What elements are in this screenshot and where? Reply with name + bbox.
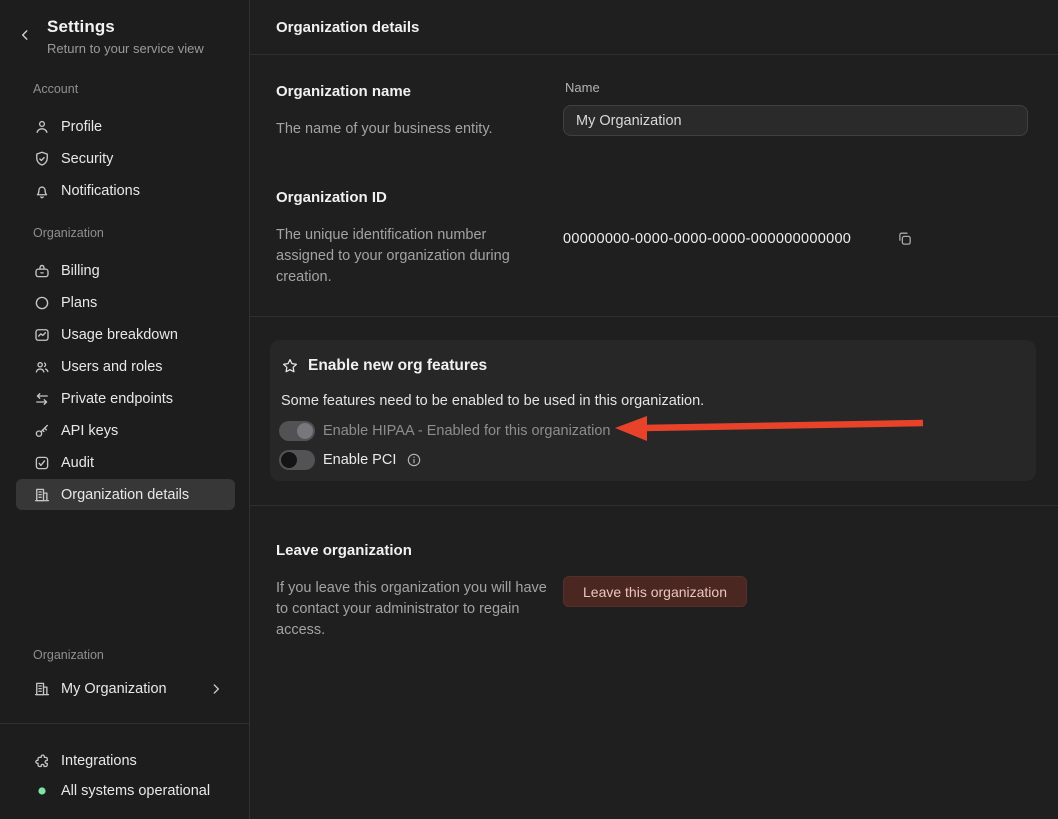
hipaa-toggle-row: Enable HIPAA - Enabled for this organiza… — [279, 420, 611, 442]
sidebar-title: Settings — [47, 17, 115, 37]
hipaa-toggle-label: Enable HIPAA - Enabled for this organiza… — [323, 423, 611, 439]
name-field-label: Name — [565, 80, 600, 95]
info-icon[interactable] — [406, 452, 422, 468]
org-name-input[interactable] — [563, 105, 1028, 136]
org-switcher-value: My Organization — [61, 681, 167, 697]
billing-icon — [33, 262, 51, 280]
sidebar-item-label: Billing — [61, 263, 100, 279]
sidebar-divider — [0, 723, 249, 724]
bell-icon — [33, 182, 51, 200]
status-label: All systems operational — [61, 783, 210, 799]
users-icon — [33, 358, 51, 376]
section-label-account: Account — [33, 82, 78, 96]
sidebar: Settings Return to your service view Acc… — [0, 0, 250, 819]
sidebar-subtitle: Return to your service view — [47, 41, 204, 56]
sidebar-item-security[interactable]: Security — [16, 143, 235, 174]
chevron-right-icon — [209, 682, 223, 696]
org-id-value: 00000000-0000-0000-0000-000000000000 — [563, 231, 851, 247]
section-label-organization: Organization — [33, 226, 104, 240]
sidebar-item-label: Profile — [61, 119, 102, 135]
building-icon — [33, 680, 51, 698]
sidebar-item-plans[interactable]: Plans — [16, 287, 235, 318]
endpoints-icon — [33, 390, 51, 408]
toggle-knob — [297, 423, 313, 439]
org-name-title: Organization name — [276, 83, 411, 100]
hipaa-toggle[interactable] — [279, 421, 315, 441]
sidebar-item-notifications[interactable]: Notifications — [16, 175, 235, 206]
sidebar-item-organization-details[interactable]: Organization details — [16, 479, 235, 510]
sidebar-item-label: Private endpoints — [61, 391, 173, 407]
divider — [250, 316, 1058, 317]
sidebar-item-label: Users and roles — [61, 359, 163, 375]
system-status[interactable]: All systems operational — [16, 775, 235, 806]
page-header: Organization details — [250, 0, 1058, 55]
pci-toggle-row: Enable PCI — [279, 449, 422, 471]
sidebar-item-label: API keys — [61, 423, 118, 439]
sidebar-item-private-endpoints[interactable]: Private endpoints — [16, 383, 235, 414]
org-id-title: Organization ID — [276, 189, 387, 206]
pci-toggle-label: Enable PCI — [323, 452, 396, 468]
integrations-link[interactable]: Integrations — [16, 745, 235, 776]
sidebar-item-audit[interactable]: Audit — [16, 447, 235, 478]
sidebar-item-users-and-roles[interactable]: Users and roles — [16, 351, 235, 382]
sidebar-item-label: Usage breakdown — [61, 327, 178, 343]
pci-toggle[interactable] — [279, 450, 315, 470]
usage-icon — [33, 326, 51, 344]
plans-icon — [33, 294, 51, 312]
integrations-label: Integrations — [61, 753, 137, 769]
person-icon — [33, 118, 51, 136]
features-card: Enable new org features Some features ne… — [270, 340, 1036, 481]
divider — [250, 505, 1058, 506]
shield-icon — [33, 150, 51, 168]
sidebar-item-label: Organization details — [61, 487, 189, 503]
features-card-description: Some features need to be enabled to be u… — [281, 393, 704, 409]
sidebar-item-label: Audit — [61, 455, 94, 471]
copy-icon[interactable] — [896, 228, 916, 248]
sidebar-item-api-keys[interactable]: API keys — [16, 415, 235, 446]
leave-org-description: If you leave this organization you will … — [276, 578, 548, 641]
key-icon — [33, 422, 51, 440]
sidebar-item-billing[interactable]: Billing — [16, 255, 235, 286]
back-button[interactable] — [18, 26, 36, 44]
building-icon — [33, 486, 51, 504]
sidebar-item-label: Plans — [61, 295, 97, 311]
leave-organization-button[interactable]: Leave this organization — [563, 576, 747, 607]
toggle-knob — [281, 452, 297, 468]
org-switcher-label: Organization — [33, 648, 104, 662]
features-card-header: Enable new org features — [281, 357, 487, 375]
sidebar-item-profile[interactable]: Profile — [16, 111, 235, 142]
sidebar-item-label: Security — [61, 151, 113, 167]
audit-icon — [33, 454, 51, 472]
features-card-title: Enable new org features — [308, 357, 487, 375]
org-switcher[interactable]: My Organization — [16, 673, 235, 704]
integrations-icon — [33, 752, 51, 770]
sidebar-item-label: Notifications — [61, 183, 140, 199]
star-icon — [281, 357, 299, 375]
settings-app: Settings Return to your service view Acc… — [0, 0, 1058, 819]
org-name-description: The name of your business entity. — [276, 119, 493, 140]
leave-org-title: Leave organization — [276, 542, 412, 559]
page-title: Organization details — [276, 0, 419, 55]
chevron-left-icon — [18, 28, 36, 42]
status-dot-icon — [33, 782, 51, 800]
org-id-description: The unique identification number assigne… — [276, 225, 534, 288]
main-content: Organization details Organization name T… — [250, 0, 1058, 819]
sidebar-item-usage-breakdown[interactable]: Usage breakdown — [16, 319, 235, 350]
